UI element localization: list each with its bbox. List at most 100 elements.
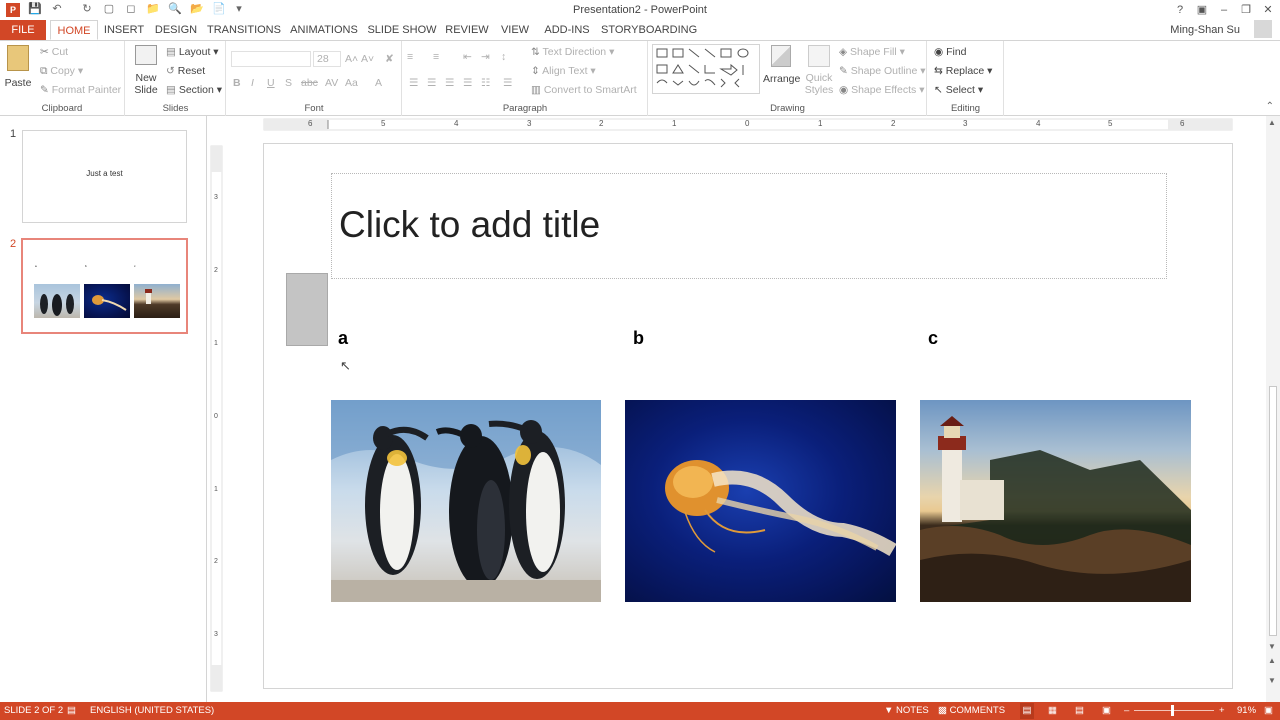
justify-icon[interactable]: ☰ — [463, 77, 472, 89]
layout-button[interactable]: ▤ Layout ▾ — [166, 46, 219, 58]
font-size-box[interactable]: 28 — [313, 51, 341, 67]
cut-label: Cut — [51, 46, 69, 58]
close-button[interactable]: ✕ — [1258, 2, 1278, 18]
find-button[interactable]: ◉ Find — [934, 46, 967, 58]
label-a[interactable]: a — [338, 328, 348, 349]
numbering-icon[interactable]: ≡ — [433, 51, 439, 63]
vertical-scrollbar[interactable]: ▲ ▼ ▲ ▼ — [1266, 116, 1280, 702]
align-center-icon[interactable]: ☰ — [427, 77, 436, 89]
replace-button[interactable]: ⇆ Replace ▾ — [934, 65, 992, 77]
user-name[interactable]: Ming-Shan Su — [1170, 24, 1240, 36]
reading-view-icon[interactable]: ▤ — [1075, 705, 1084, 716]
previous-slide-icon[interactable]: ▲ — [1268, 656, 1276, 665]
decrease-indent-icon[interactable]: ⇤ — [463, 51, 472, 63]
copy-label: Copy — [50, 65, 75, 77]
align-left-icon[interactable]: ☰ — [409, 77, 418, 89]
font-shrink-icon[interactable]: A˅ — [361, 53, 374, 65]
normal-view-icon[interactable]: ▤ — [1020, 703, 1034, 719]
paste-button[interactable]: Paste — [4, 45, 32, 95]
shapes-gallery[interactable] — [652, 44, 760, 94]
bullets-icon[interactable]: ≡ — [407, 51, 413, 63]
comments-button[interactable]: ▩ COMMENTS — [938, 705, 1005, 716]
label-c[interactable]: c — [928, 328, 938, 349]
font-grow-icon[interactable]: A˄ — [345, 53, 358, 65]
scroll-down-icon[interactable]: ▼ — [1268, 642, 1276, 651]
increase-indent-icon[interactable]: ⇥ — [481, 51, 490, 63]
align-right-icon[interactable]: ☰ — [445, 77, 454, 89]
columns-icon[interactable]: ☷ — [481, 77, 490, 89]
minimize-button[interactable]: – — [1214, 2, 1234, 18]
tab-animations[interactable]: ANIMATIONS — [287, 20, 361, 40]
tab-design[interactable]: DESIGN — [152, 20, 200, 40]
new-slide-button[interactable]: New Slide — [130, 45, 162, 96]
strikethrough-icon[interactable]: abc — [301, 77, 318, 89]
char-spacing-icon[interactable]: AV — [325, 77, 338, 89]
select-button[interactable]: ↖ Select ▾ — [934, 84, 983, 96]
thumbnail-2-jellyfish — [84, 284, 130, 318]
clear-format-icon[interactable]: ✘ — [385, 53, 394, 65]
bold-icon[interactable]: B — [233, 77, 241, 89]
tab-slide-show[interactable]: SLIDE SHOW — [367, 20, 437, 40]
align-text-button[interactable]: ⇕ Align Text ▾ — [531, 65, 596, 77]
ribbon-display-icon[interactable]: ▣ — [1192, 2, 1212, 18]
language[interactable]: ENGLISH (UNITED STATES) — [90, 705, 214, 716]
shape-outline-button[interactable]: ✎ Shape Outline ▾ — [839, 65, 926, 77]
slide-count[interactable]: SLIDE 2 OF 2 — [4, 705, 63, 716]
shape-fill-button[interactable]: ◈ Shape Fill ▾ — [839, 46, 905, 58]
arrange-button[interactable]: Arrange — [763, 45, 800, 85]
fit-to-window-icon[interactable]: ▣ — [1264, 705, 1273, 716]
shape-effects-button[interactable]: ◉ Shape Effects ▾ — [839, 84, 924, 96]
avatar[interactable] — [1254, 20, 1272, 38]
text-direction-button[interactable]: ⇅ Text Direction ▾ — [531, 46, 614, 58]
cut-button[interactable]: ✂ Cut — [40, 46, 68, 58]
next-slide-icon[interactable]: ▼ — [1268, 676, 1276, 685]
penguins-image[interactable] — [331, 400, 601, 602]
zoom-slider-thumb[interactable] — [1171, 705, 1174, 716]
tab-file[interactable]: FILE — [0, 20, 46, 40]
italic-icon[interactable]: I — [251, 77, 254, 89]
paragraph-align-icon[interactable]: ☰ — [503, 77, 512, 89]
proofing-icon[interactable]: ▤ — [67, 705, 76, 716]
lighthouse-image[interactable] — [920, 400, 1191, 602]
zoom-out-icon[interactable]: – — [1124, 705, 1129, 716]
shadow-icon[interactable]: S — [285, 77, 292, 89]
slide-show-icon[interactable]: ▣ — [1102, 705, 1111, 716]
font-color-icon[interactable]: A — [375, 77, 382, 89]
tab-storyboarding[interactable]: STORYBOARDING — [601, 20, 697, 40]
help-icon[interactable]: ? — [1170, 2, 1190, 18]
change-case-icon[interactable]: Aa — [345, 77, 358, 89]
line-spacing-icon[interactable]: ↕ — [501, 51, 506, 63]
copy-button[interactable]: ⧉ Copy ▾ — [40, 65, 83, 78]
slide-thumbnail-2[interactable]: a b c — [21, 238, 188, 334]
slide-canvas[interactable]: Click to add title a b c ↖ — [263, 143, 1233, 689]
underline-icon[interactable]: U — [267, 77, 275, 89]
label-b[interactable]: b — [633, 328, 644, 349]
restore-button[interactable]: ❐ — [1236, 2, 1256, 18]
tab-transitions[interactable]: TRANSITIONS — [207, 20, 281, 40]
scroll-up-icon[interactable]: ▲ — [1268, 118, 1276, 127]
paint-bucket-icon: ◈ — [839, 46, 848, 58]
gray-rectangle-shape[interactable] — [286, 273, 328, 346]
slide-thumbnail-1[interactable]: Just a test — [22, 130, 187, 223]
tab-review[interactable]: REVIEW — [443, 20, 491, 40]
tab-home[interactable]: HOME — [50, 20, 98, 40]
format-painter-button[interactable]: ✎ Format Painter — [40, 84, 121, 96]
section-button[interactable]: ▤ Section ▾ — [166, 84, 222, 96]
quick-styles-button[interactable]: Quick Styles — [803, 45, 835, 96]
convert-smartart-button[interactable]: ▥ Convert to SmartArt — [531, 84, 637, 96]
zoom-level[interactable]: 91% — [1237, 705, 1256, 716]
slide-sorter-icon[interactable]: ▦ — [1048, 705, 1057, 716]
font-name-box[interactable] — [231, 51, 311, 67]
collapse-ribbon-icon[interactable]: ⌃ — [1266, 101, 1274, 112]
zoom-in-icon[interactable]: + — [1219, 705, 1225, 716]
tab-add-ins[interactable]: ADD-INS — [539, 20, 595, 40]
notes-button[interactable]: ▼ NOTES — [884, 705, 929, 716]
scrollbar-thumb[interactable] — [1269, 386, 1277, 636]
tab-insert[interactable]: INSERT — [102, 20, 146, 40]
jellyfish-image[interactable] — [625, 400, 896, 602]
tab-view[interactable]: VIEW — [497, 20, 533, 40]
reset-button[interactable]: ↺ Reset — [166, 65, 205, 77]
select-label: Select — [945, 84, 975, 96]
zoom-slider[interactable] — [1134, 705, 1214, 716]
title-placeholder[interactable]: Click to add title — [331, 173, 1167, 279]
